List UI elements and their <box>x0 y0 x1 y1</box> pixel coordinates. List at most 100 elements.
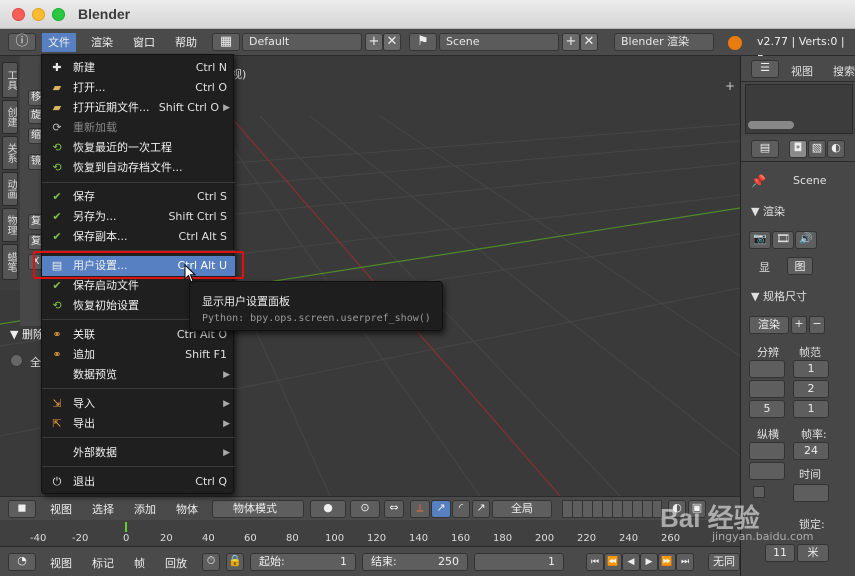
timeline-editor-icon[interactable]: ◔ <box>8 553 36 571</box>
viewport-shading-select[interactable]: ● <box>310 500 346 518</box>
menu-file[interactable]: 文件 <box>42 33 76 52</box>
viewport-menu-view[interactable]: 视图 <box>50 501 72 518</box>
outliner-scrollbar[interactable] <box>748 121 794 129</box>
outliner-area[interactable] <box>745 84 853 134</box>
menu-item-save-as[interactable]: ✔ 另存为... Shift Ctrl S <box>42 207 235 227</box>
menu-item-data-previews[interactable]: 数据预览 ▶ <box>42 365 235 385</box>
timeline-ruler[interactable]: -40 -20 0 20 40 60 80 100 120 140 160 18… <box>0 520 740 546</box>
scale-manipulator-icon[interactable]: ◜ <box>452 500 470 518</box>
crop-toggle[interactable] <box>753 486 765 498</box>
play-reverse-button[interactable]: ◀ <box>622 553 640 571</box>
current-frame-field[interactable]: 1 <box>474 553 564 571</box>
menu-item-recover-auto[interactable]: ⟲ 恢复到自动存档文件... <box>42 158 235 178</box>
remove-preset-button[interactable]: − <box>809 316 825 334</box>
tab-relations[interactable]: 关系 <box>2 136 18 170</box>
outliner-search-menu[interactable]: 搜索 <box>833 63 855 79</box>
aspect-y-field[interactable] <box>749 462 785 480</box>
viewport-editor-icon[interactable]: ◼ <box>8 500 36 518</box>
start-frame-field[interactable]: 起始: 1 <box>250 553 356 571</box>
dimensions-panel-header[interactable]: ▼ 规格尺寸 <box>751 288 807 304</box>
display-select[interactable]: 图 <box>787 257 813 275</box>
render-layers-tab-icon[interactable]: ▧ <box>808 140 826 158</box>
sync-mode-select[interactable]: 无同 <box>708 553 740 571</box>
next-keyframe-button[interactable]: ⏩ <box>658 553 676 571</box>
jump-end-button[interactable]: ⏭ <box>676 553 694 571</box>
add-preset-button[interactable]: + <box>791 316 807 334</box>
render-panel-header[interactable]: ▼ 渲染 <box>751 203 785 219</box>
editor-type-icon[interactable]: ⓘ <box>8 33 36 51</box>
scene-tab-icon[interactable]: ◐ <box>827 140 845 158</box>
time-old-field[interactable] <box>793 484 829 502</box>
render-animation-button[interactable]: 🎞 <box>772 231 794 249</box>
tab-physics[interactable]: 物理 <box>2 208 18 242</box>
play-button[interactable]: ▶ <box>640 553 658 571</box>
timeline-menu-marker[interactable]: 标记 <box>92 555 114 572</box>
maximize-window-button[interactable] <box>52 8 65 21</box>
menu-item-recover-last[interactable]: ⟲ 恢复最近的一次工程 <box>42 138 235 158</box>
add-scene-button[interactable]: + <box>562 33 580 51</box>
pivot-point-select[interactable]: ⊙ <box>350 500 380 518</box>
outliner-editor-icon[interactable]: ☰ <box>751 60 779 78</box>
menu-item-external-data[interactable]: 外部数据 ▶ <box>42 443 235 463</box>
timeline-menu-view[interactable]: 视图 <box>50 555 72 572</box>
remove-scene-button[interactable]: ✕ <box>580 33 598 51</box>
render-audio-button[interactable]: 🔊 <box>795 231 817 249</box>
layer-buttons[interactable] <box>562 500 662 518</box>
resolution-x-field[interactable] <box>749 360 785 378</box>
aspect-x-field[interactable] <box>749 442 785 460</box>
interaction-mode-select[interactable]: 物体模式 <box>212 500 304 518</box>
rotate-manipulator-icon[interactable]: ↗ <box>431 500 451 518</box>
use-preview-range-icon[interactable]: 🔒 <box>226 553 244 571</box>
menu-item-save[interactable]: ✔ 保存 Ctrl S <box>42 187 235 207</box>
translate-manipulator-icon[interactable]: ⟂ <box>410 500 430 518</box>
scene-icon[interactable]: ⚑ <box>409 33 437 51</box>
scene-field[interactable]: Scene <box>439 33 559 51</box>
menu-item-open-recent[interactable]: ▰ 打开近期文件... Shift Ctrl O ▶ <box>42 98 235 118</box>
add-region-button[interactable]: + <box>725 79 735 93</box>
resolution-y-field[interactable] <box>749 380 785 398</box>
minimize-window-button[interactable] <box>32 8 45 21</box>
viewport-menu-add[interactable]: 添加 <box>134 501 156 518</box>
screen-layout-icon[interactable]: ▦ <box>212 33 240 51</box>
menu-window[interactable]: 窗口 <box>127 33 161 52</box>
transform-orientation-select[interactable]: 全局 <box>492 500 552 518</box>
render-preset-select[interactable]: 渲染 <box>749 316 789 334</box>
resolution-percent-field[interactable]: 5 <box>749 400 785 418</box>
render-engine-select[interactable]: Blender 渲染 <box>614 33 714 51</box>
render-tab-icon[interactable]: ◘ <box>789 140 807 158</box>
frame-start-field[interactable]: 1 <box>793 360 829 378</box>
menu-item-append[interactable]: ⚭ 追加 Shift F1 <box>42 345 235 365</box>
menu-item-export[interactable]: ⇱ 导出 ▶ <box>42 414 235 434</box>
viewport-menu-select[interactable]: 选择 <box>92 501 114 518</box>
screen-layout-field[interactable]: Default <box>242 33 362 51</box>
menu-item-open[interactable]: ▰ 打开... Ctrl O <box>42 78 235 98</box>
timeline-menu-frame[interactable]: 帧 <box>134 555 145 572</box>
frame-step-field[interactable]: 1 <box>793 400 829 418</box>
tab-grease-pencil[interactable]: 蜡笔 <box>2 244 18 280</box>
tab-tools[interactable]: 工具 <box>2 62 18 98</box>
manipulator-toggle[interactable]: ⇔ <box>384 500 404 518</box>
properties-editor-icon[interactable]: ▤ <box>751 140 779 158</box>
timeline-menu-playback[interactable]: 回放 <box>165 555 187 572</box>
unit-system-select[interactable]: 米 <box>797 544 829 562</box>
unit-scale-field[interactable]: 11 <box>765 544 795 562</box>
close-window-button[interactable] <box>12 8 25 21</box>
tab-create[interactable]: 创建 <box>2 100 18 134</box>
tab-animation[interactable]: 动画 <box>2 172 18 206</box>
select-all-checkbox[interactable] <box>10 354 23 367</box>
frame-end-field[interactable]: 2 <box>793 380 829 398</box>
menu-render[interactable]: 渲染 <box>85 33 119 52</box>
menu-item-new[interactable]: ✚ 新建 Ctrl N <box>42 58 235 78</box>
fps-select[interactable]: 24 <box>793 442 829 460</box>
prev-keyframe-button[interactable]: ⏪ <box>604 553 622 571</box>
menu-help[interactable]: 帮助 <box>169 33 203 52</box>
menu-item-save-copy[interactable]: ✔ 保存副本... Ctrl Alt S <box>42 227 235 247</box>
jump-start-button[interactable]: ⏮ <box>586 553 604 571</box>
pin-icon[interactable]: 📌 <box>751 174 766 188</box>
remove-screen-button[interactable]: ✕ <box>383 33 401 51</box>
transform-orientation-icon[interactable]: ↗ <box>472 500 490 518</box>
add-screen-button[interactable]: + <box>365 33 383 51</box>
menu-item-quit[interactable]: ⏻ 退出 Ctrl Q <box>42 472 235 492</box>
outliner-view-menu[interactable]: 视图 <box>791 63 813 79</box>
end-frame-field[interactable]: 结束: 250 <box>362 553 468 571</box>
